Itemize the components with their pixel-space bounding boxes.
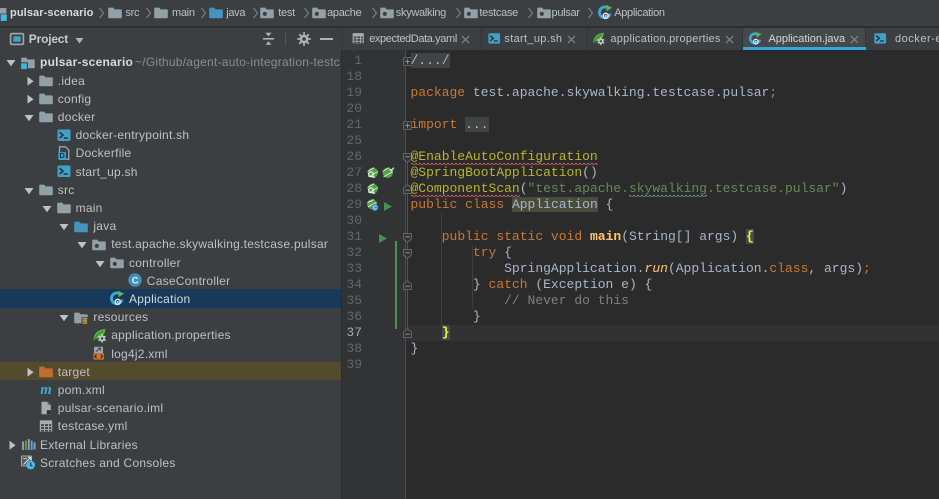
svg-text:C: C <box>373 205 377 211</box>
svg-text:C: C <box>132 276 139 287</box>
svg-text:m: m <box>40 382 51 397</box>
svg-text:D: D <box>59 151 65 160</box>
